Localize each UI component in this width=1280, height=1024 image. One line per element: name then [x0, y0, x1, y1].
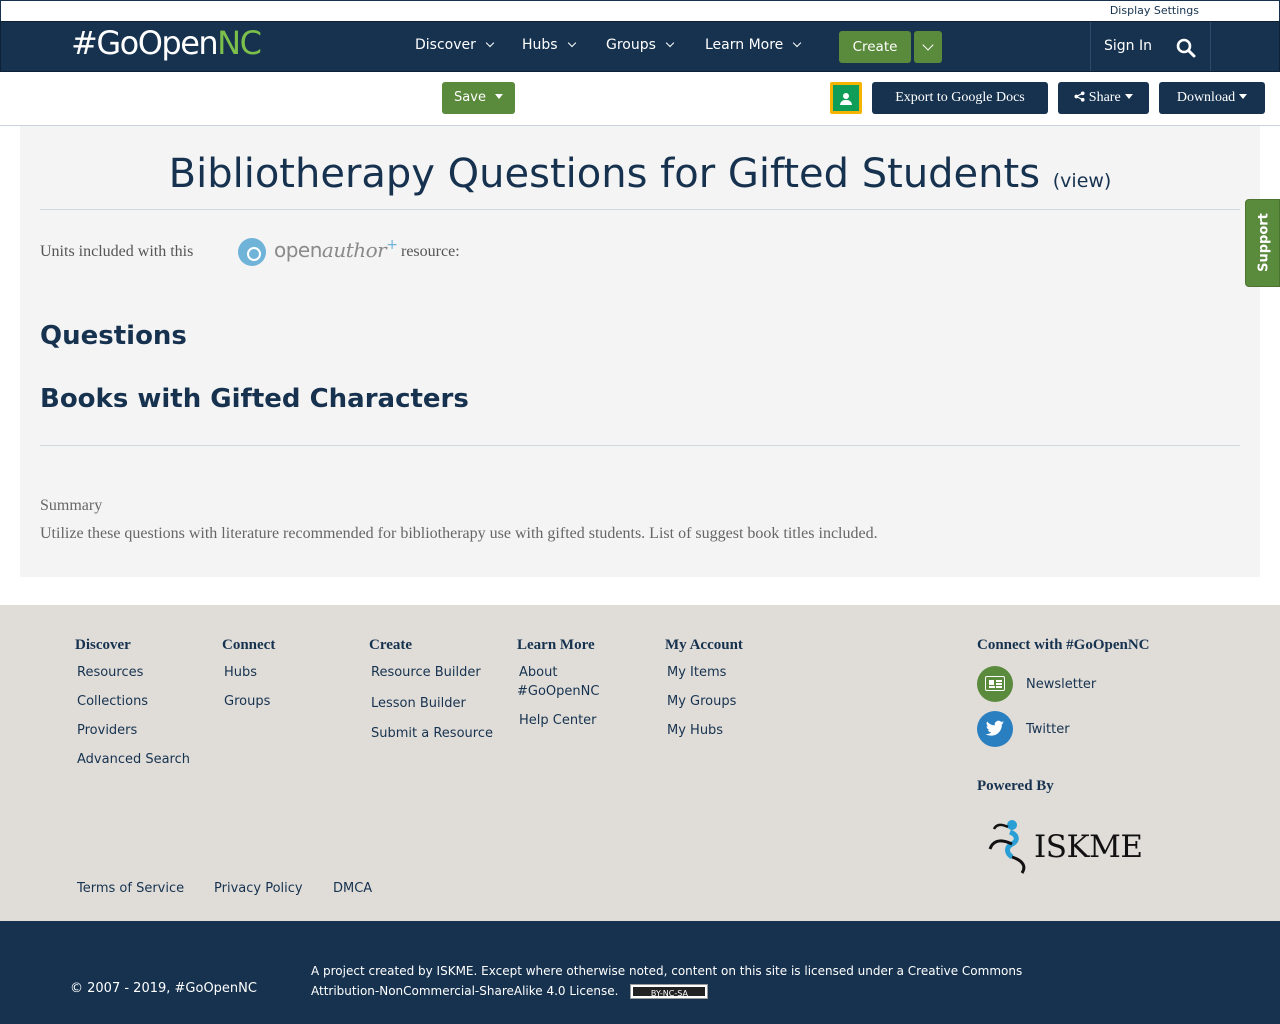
iskme-mark-icon [988, 820, 1026, 874]
caret-down-icon [1124, 94, 1133, 99]
footer-heading-connect: Connect [222, 637, 276, 653]
share-icon [1074, 91, 1085, 102]
nav-learn-more-label: Learn More [705, 37, 784, 53]
footer-link-terms[interactable]: Terms of Service [77, 879, 184, 898]
footer-heading-connect-with: Connect with #GoOpenNC [977, 637, 1150, 653]
footer-heading-discover: Discover [75, 637, 131, 653]
resource-title: Bibliotherapy Questions for Gifted Stude… [168, 151, 1041, 197]
cc-license-badge[interactable]: BY-NC-SA [630, 984, 709, 999]
iskme-logo[interactable]: ISKME [988, 817, 1158, 877]
footer-heading-my-account: My Account [665, 637, 743, 653]
create-dropdown-toggle[interactable] [914, 31, 942, 63]
chevron-down-icon [793, 38, 802, 48]
nav-hubs[interactable]: Hubs [522, 37, 576, 53]
caret-down-icon [1239, 94, 1248, 99]
footer-link-newsletter[interactable]: Newsletter [1026, 675, 1096, 694]
open-author-mark-icon [238, 238, 266, 266]
chevron-down-icon [567, 38, 576, 48]
footer-link-hubs[interactable]: Hubs [224, 663, 257, 682]
footer-link-submit-resource[interactable]: Submit a Resource [371, 724, 493, 743]
footer-link-dmca[interactable]: DMCA [333, 879, 372, 898]
license-notice: A project created by ISKME. Except where… [311, 961, 1051, 1001]
support-tab-label: Support [1256, 213, 1272, 272]
footer-link-my-items[interactable]: My Items [667, 663, 726, 682]
footer-link-twitter[interactable]: Twitter [1026, 720, 1070, 739]
download-button[interactable]: Download [1159, 82, 1265, 114]
sign-in-link[interactable]: Sign In [1104, 38, 1152, 54]
footer-link-resource-builder[interactable]: Resource Builder [371, 663, 481, 682]
share-button[interactable]: Share [1058, 82, 1149, 114]
nav-divider [1090, 22, 1091, 71]
footer-heading-learn-more: Learn More [517, 637, 595, 653]
cc-badge-label: BY-NC-SA [631, 985, 708, 998]
nav-divider [1210, 22, 1211, 71]
unit-link-books[interactable]: Books with Gifted Characters [40, 384, 469, 414]
open-author-logo: openauthor+ [238, 236, 398, 268]
resource-panel: Bibliotherapy Questions for Gifted Stude… [20, 126, 1260, 577]
newsletter-icon[interactable] [977, 666, 1013, 702]
plus-icon: + [386, 237, 398, 253]
site-logo[interactable]: #GoOpenNC [71, 24, 262, 62]
search-icon[interactable] [1176, 38, 1196, 58]
units-intro-suffix: resource: [401, 243, 460, 260]
view-resource-link[interactable]: (view) [1053, 170, 1112, 192]
footer-link-resources[interactable]: Resources [77, 663, 143, 682]
bottom-bar: © 2007 - 2019, #GoOpenNC A project creat… [0, 921, 1280, 1024]
site-footer: Discover Resources Collections Providers… [0, 605, 1280, 921]
units-intro-text: Units included with this [40, 243, 194, 260]
save-button[interactable]: Save [442, 82, 515, 114]
open-author-word-2: author [321, 238, 387, 262]
footer-link-help-center[interactable]: Help Center [519, 711, 597, 730]
create-button[interactable]: Create [839, 31, 911, 63]
footer-link-my-groups[interactable]: My Groups [667, 692, 736, 711]
google-classroom-icon[interactable] [830, 82, 862, 114]
resource-toolbar: Save Export to Google Docs Share Downloa… [0, 72, 1280, 126]
download-button-label: Download [1176, 90, 1236, 105]
support-tab[interactable]: Support [1245, 199, 1280, 287]
resource-title-heading: Bibliotherapy Questions for Gifted Stude… [20, 151, 1260, 197]
nav-discover-label: Discover [415, 37, 476, 53]
footer-link-advanced-search[interactable]: Advanced Search [77, 750, 190, 769]
nav-groups[interactable]: Groups [606, 37, 675, 53]
footer-link-providers[interactable]: Providers [77, 721, 137, 740]
divider [40, 445, 1240, 446]
footer-heading-create: Create [369, 637, 413, 653]
summary-label: Summary [40, 497, 103, 514]
nav-discover[interactable]: Discover [415, 37, 495, 53]
unit-link-questions[interactable]: Questions [40, 321, 187, 351]
summary-text: Utilize these questions with literature … [40, 525, 878, 542]
nav-groups-label: Groups [606, 37, 656, 53]
powered-by-heading: Powered By [977, 778, 1054, 794]
chevron-down-icon [485, 38, 495, 48]
nav-hubs-label: Hubs [522, 37, 558, 53]
open-author-word: open [274, 238, 322, 262]
copyright-text: © 2007 - 2019, #GoOpenNC [70, 981, 257, 996]
chevron-down-icon [922, 39, 934, 51]
footer-link-groups[interactable]: Groups [224, 692, 270, 711]
nav-learn-more[interactable]: Learn More [705, 37, 802, 53]
chevron-down-icon [665, 38, 675, 48]
twitter-icon[interactable] [977, 711, 1013, 747]
iskme-wordmark: ISKME [1034, 829, 1143, 865]
footer-link-about[interactable]: About #GoOpenNC [517, 663, 612, 701]
save-button-label: Save [454, 90, 486, 105]
footer-link-my-hubs[interactable]: My Hubs [667, 721, 723, 740]
logo-main-text: #GoOpen [71, 24, 219, 62]
footer-link-privacy[interactable]: Privacy Policy [214, 879, 303, 898]
classroom-icon-inner [833, 85, 859, 111]
utility-bar: Display Settings [0, 0, 1280, 21]
export-google-docs-button[interactable]: Export to Google Docs [872, 82, 1048, 114]
main-navbar: #GoOpenNC Discover Hubs Groups Learn Mor… [0, 21, 1280, 72]
share-button-label: Share [1088, 90, 1121, 105]
newspaper-glyph [985, 676, 1005, 691]
footer-link-collections[interactable]: Collections [77, 692, 148, 711]
divider [40, 209, 1240, 210]
footer-link-lesson-builder[interactable]: Lesson Builder [371, 694, 466, 713]
display-settings-link[interactable]: Display Settings [1110, 4, 1199, 17]
caret-down-icon [494, 94, 503, 99]
logo-accent-text: NC [217, 24, 262, 62]
